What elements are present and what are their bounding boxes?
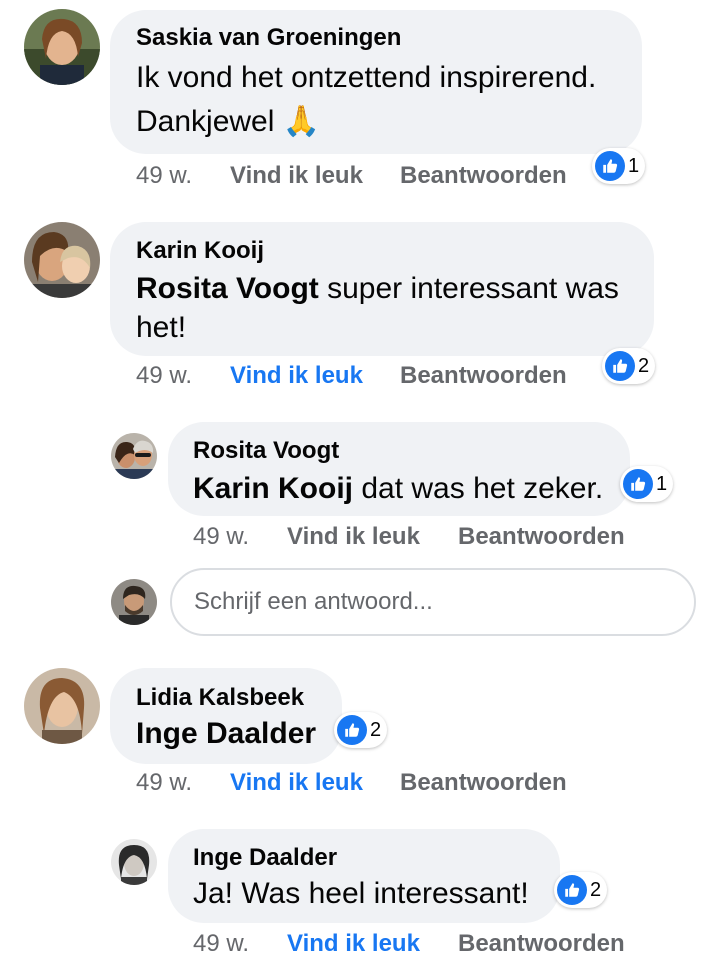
reply-button[interactable]: Beantwoorden bbox=[400, 769, 567, 797]
reply-button[interactable]: Beantwoorden bbox=[458, 930, 625, 958]
comment-text: Karin Kooij dat was het zeker. bbox=[193, 469, 603, 509]
reaction-count-badge[interactable]: 2 bbox=[554, 872, 608, 908]
avatar[interactable] bbox=[111, 433, 157, 479]
avatar bbox=[111, 579, 157, 625]
reaction-count-badge[interactable]: 2 bbox=[602, 348, 656, 384]
comment-text-line: Dankjewel bbox=[136, 105, 275, 138]
avatar-photo bbox=[24, 668, 100, 744]
avatar-photo bbox=[111, 839, 157, 885]
comment-text-line: Ja! Was heel interessant! bbox=[193, 877, 529, 910]
comment-text: Inge Daalder bbox=[136, 714, 316, 754]
comment-author[interactable]: Saskia van Groeningen bbox=[136, 24, 401, 52]
reply-button[interactable]: Beantwoorden bbox=[458, 523, 625, 551]
comment-text: het! bbox=[136, 308, 186, 348]
like-button[interactable]: Vind ik leuk bbox=[287, 523, 420, 551]
thumbs-up-icon bbox=[623, 469, 653, 499]
comment-author[interactable]: Karin Kooij bbox=[136, 237, 264, 265]
comment-text: Rosita Voogt super interessant was bbox=[136, 269, 619, 309]
like-button[interactable]: Vind ik leuk bbox=[230, 362, 363, 390]
reaction-count: 2 bbox=[370, 719, 382, 741]
thumbs-up-icon bbox=[595, 151, 625, 181]
comment-text: Ik vond het ontzettend inspirerend. bbox=[136, 58, 596, 98]
comment-text: Ja! Was heel interessant! bbox=[193, 874, 529, 914]
like-button[interactable]: Vind ik leuk bbox=[287, 930, 420, 958]
avatar-photo bbox=[24, 9, 100, 85]
folded-hands-icon: 🙏 bbox=[282, 105, 321, 138]
avatar[interactable] bbox=[24, 222, 100, 298]
comment-author[interactable]: Inge Daalder bbox=[193, 844, 337, 872]
reaction-count: 2 bbox=[590, 879, 602, 901]
avatar[interactable] bbox=[24, 668, 100, 744]
comment-author[interactable]: Rosita Voogt bbox=[193, 437, 339, 465]
reaction-count-badge[interactable]: 2 bbox=[334, 712, 388, 748]
thumbs-up-icon bbox=[605, 351, 635, 381]
reaction-count: 2 bbox=[638, 355, 650, 377]
comment-text-line: super interessant was bbox=[318, 272, 619, 305]
avatar[interactable] bbox=[111, 839, 157, 885]
avatar[interactable] bbox=[24, 9, 100, 85]
comment-timestamp[interactable]: 49 w. bbox=[136, 162, 192, 190]
thumbs-up-icon bbox=[337, 715, 367, 745]
comment-timestamp[interactable]: 49 w. bbox=[136, 769, 192, 797]
comment-timestamp[interactable]: 49 w. bbox=[136, 362, 192, 390]
mention-link[interactable]: Rosita Voogt bbox=[136, 272, 319, 305]
reaction-count-badge[interactable]: 1 bbox=[620, 466, 674, 502]
comment-text: Dankjewel 🙏 bbox=[136, 102, 320, 142]
reaction-count-badge[interactable]: 1 bbox=[592, 148, 646, 184]
comment-text-line: dat was het zeker. bbox=[353, 472, 604, 505]
avatar-photo bbox=[111, 579, 157, 625]
like-button[interactable]: Vind ik leuk bbox=[230, 162, 363, 190]
reply-input[interactable]: Schrijf een antwoord... bbox=[170, 568, 696, 636]
avatar-photo bbox=[24, 222, 100, 298]
like-button[interactable]: Vind ik leuk bbox=[230, 769, 363, 797]
thumbs-up-icon bbox=[557, 875, 587, 905]
reaction-count: 1 bbox=[628, 155, 640, 177]
reply-button[interactable]: Beantwoorden bbox=[400, 362, 567, 390]
avatar-photo bbox=[111, 433, 157, 479]
mention-link[interactable]: Inge Daalder bbox=[136, 717, 316, 750]
reaction-count: 1 bbox=[656, 473, 668, 495]
mention-link[interactable]: Karin Kooij bbox=[193, 472, 353, 505]
comment-text-line: het! bbox=[136, 311, 187, 344]
reply-input-placeholder: Schrijf een antwoord... bbox=[194, 588, 433, 615]
comment-timestamp[interactable]: 49 w. bbox=[193, 930, 249, 958]
comment-author[interactable]: Lidia Kalsbeek bbox=[136, 684, 304, 712]
comment-timestamp[interactable]: 49 w. bbox=[193, 523, 249, 551]
comment-text-line: Ik vond het ontzettend inspirerend. bbox=[136, 61, 597, 94]
reply-button[interactable]: Beantwoorden bbox=[400, 162, 567, 190]
